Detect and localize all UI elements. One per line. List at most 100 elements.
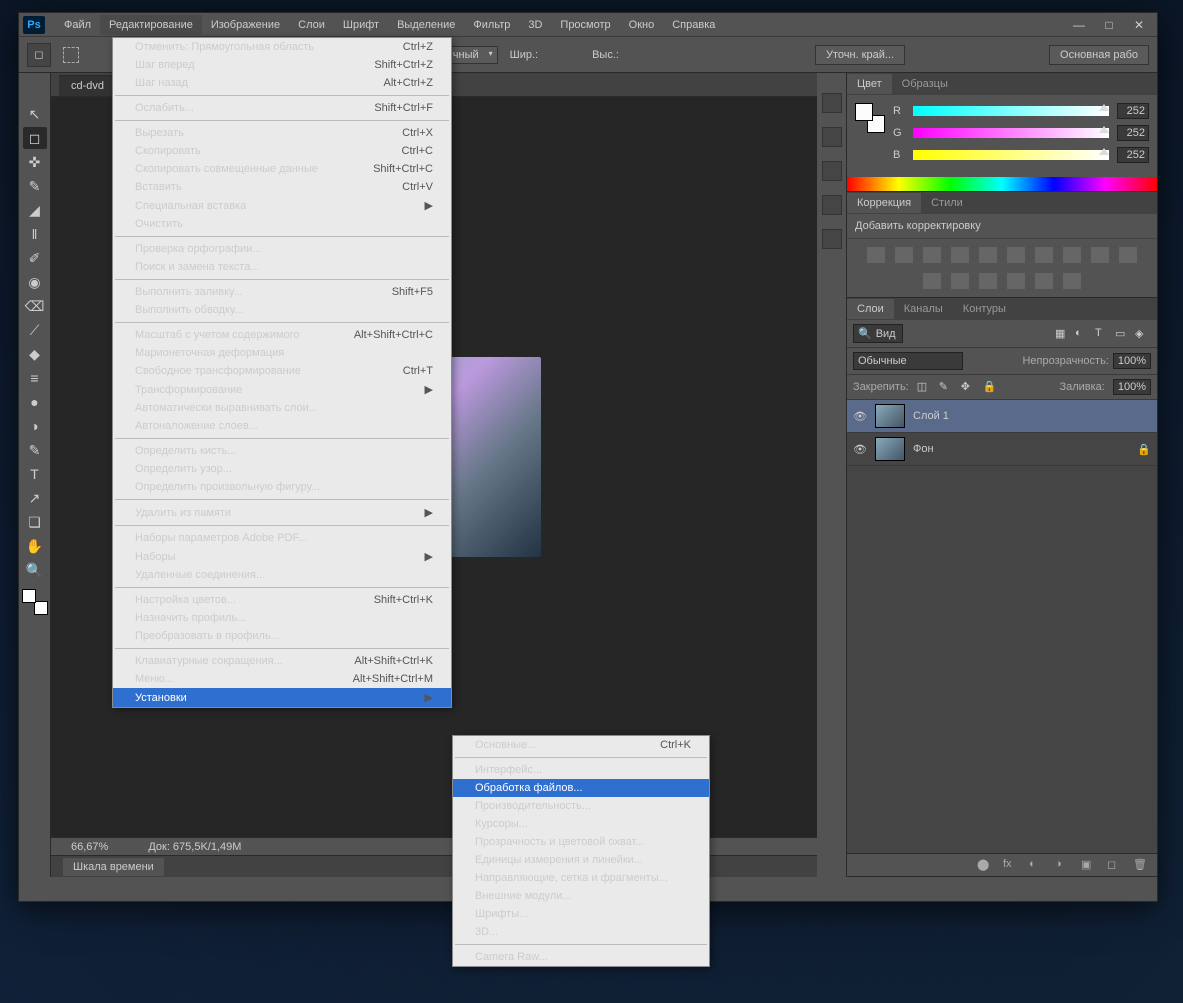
menu-item[interactable]: ВставитьCtrl+V bbox=[113, 178, 451, 196]
lock-pixels-icon[interactable]: ✎ bbox=[939, 380, 953, 394]
invert-icon[interactable] bbox=[951, 273, 969, 289]
filter-type-icon[interactable]: T bbox=[1095, 327, 1111, 341]
marquee-style-icon[interactable] bbox=[63, 47, 79, 63]
menu-item[interactable]: Установки▶ bbox=[113, 688, 451, 707]
menu-item[interactable]: Шаг назадAlt+Ctrl+Z bbox=[113, 74, 451, 92]
visibility-icon[interactable]: 👁 bbox=[853, 410, 867, 422]
paths-tab[interactable]: Контуры bbox=[953, 299, 1016, 319]
brightness-contrast-icon[interactable] bbox=[867, 247, 885, 263]
color-lookup-icon[interactable] bbox=[923, 273, 941, 289]
r-value[interactable]: 252 bbox=[1117, 103, 1149, 119]
menu-item[interactable]: Масштаб с учетом содержимогоAlt+Shift+Ct… bbox=[113, 326, 451, 344]
menu-item[interactable]: Camera Raw... bbox=[453, 948, 709, 966]
menu-просмотр[interactable]: Просмотр bbox=[551, 15, 619, 35]
tool-16[interactable]: ↗ bbox=[23, 487, 47, 509]
layer-style-icon[interactable]: fx bbox=[1003, 858, 1019, 872]
menu-3d[interactable]: 3D bbox=[519, 15, 551, 35]
tool-5[interactable]: ‖ bbox=[23, 223, 47, 245]
swatches-tab[interactable]: Образцы bbox=[892, 74, 958, 94]
menu-item[interactable]: Интерфейс... bbox=[453, 761, 709, 779]
exposure-icon[interactable] bbox=[951, 247, 969, 263]
menu-item[interactable]: Скопировать совмещенные данныеShift+Ctrl… bbox=[113, 160, 451, 178]
photo-filter-icon[interactable] bbox=[1091, 247, 1109, 263]
menu-item[interactable]: Удаленные соединения... bbox=[113, 566, 451, 584]
paragraph-panel-icon[interactable] bbox=[822, 229, 842, 249]
menu-item[interactable]: Производительность... bbox=[453, 797, 709, 815]
menu-item[interactable]: Шаг впередShift+Ctrl+Z bbox=[113, 56, 451, 74]
menu-item[interactable]: Меню...Alt+Shift+Ctrl+M bbox=[113, 670, 451, 688]
lock-all-icon[interactable]: 🔒 bbox=[983, 380, 997, 394]
zoom-level[interactable]: 66,67% bbox=[71, 841, 108, 853]
menu-item[interactable]: Удалить из памяти▶ bbox=[113, 503, 451, 522]
menu-изображение[interactable]: Изображение bbox=[202, 15, 289, 35]
posterize-icon[interactable] bbox=[979, 273, 997, 289]
menu-шрифт[interactable]: Шрифт bbox=[334, 15, 388, 35]
character-panel-icon[interactable] bbox=[822, 195, 842, 215]
group-icon[interactable]: ▣ bbox=[1081, 858, 1097, 872]
menu-item[interactable]: Курсоры... bbox=[453, 815, 709, 833]
menu-item[interactable]: 3D... bbox=[453, 923, 709, 941]
menu-item[interactable]: Назначить профиль... bbox=[113, 609, 451, 627]
filter-adjustment-icon[interactable]: ◐ bbox=[1075, 327, 1091, 341]
g-value[interactable]: 252 bbox=[1117, 125, 1149, 141]
black-white-icon[interactable] bbox=[1063, 247, 1081, 263]
menu-item[interactable]: ВырезатьCtrl+X bbox=[113, 124, 451, 142]
adjustments-tab[interactable]: Коррекция bbox=[847, 193, 921, 213]
menu-item[interactable]: Настройка цветов...Shift+Ctrl+K bbox=[113, 591, 451, 609]
tool-12[interactable]: ● bbox=[23, 391, 47, 413]
new-layer-icon[interactable]: ◻ bbox=[1107, 858, 1123, 872]
tool-17[interactable]: ❏ bbox=[23, 511, 47, 533]
menu-item[interactable]: СкопироватьCtrl+C bbox=[113, 142, 451, 160]
menu-item[interactable]: Очистить bbox=[113, 215, 451, 233]
menu-item[interactable]: Шрифты... bbox=[453, 905, 709, 923]
tool-15[interactable]: T bbox=[23, 463, 47, 485]
levels-icon[interactable] bbox=[895, 247, 913, 263]
tool-2[interactable]: ✜ bbox=[23, 151, 47, 173]
hue-saturation-icon[interactable] bbox=[1007, 247, 1025, 263]
tool-preset-picker[interactable]: ◻ bbox=[27, 43, 51, 67]
b-value[interactable]: 252 bbox=[1117, 147, 1149, 163]
menu-item[interactable]: Клавиатурные сокращения...Alt+Shift+Ctrl… bbox=[113, 652, 451, 670]
b-slider[interactable] bbox=[913, 150, 1109, 160]
menu-item[interactable]: Специальная вставка▶ bbox=[113, 196, 451, 215]
vibrance-icon[interactable] bbox=[979, 247, 997, 263]
color-balance-icon[interactable] bbox=[1035, 247, 1053, 263]
link-layers-icon[interactable]: ⬤ bbox=[977, 858, 993, 872]
curves-icon[interactable] bbox=[923, 247, 941, 263]
tool-6[interactable]: ✐ bbox=[23, 247, 47, 269]
actions-panel-icon[interactable] bbox=[822, 127, 842, 147]
menu-item[interactable]: Основные...Ctrl+K bbox=[453, 736, 709, 754]
opacity-value[interactable]: 100% bbox=[1113, 353, 1151, 369]
tool-3[interactable]: ✎ bbox=[23, 175, 47, 197]
minimize-button[interactable]: — bbox=[1065, 16, 1093, 34]
filter-shape-icon[interactable]: ▭ bbox=[1115, 327, 1131, 341]
menu-item[interactable]: Направляющие, сетка и фрагменты... bbox=[453, 869, 709, 887]
layer-thumbnail[interactable] bbox=[875, 437, 905, 461]
filter-pixel-icon[interactable]: ▦ bbox=[1055, 327, 1071, 341]
menu-item[interactable]: Определить кисть... bbox=[113, 442, 451, 460]
document-tab[interactable]: cd-dvd bbox=[59, 75, 116, 96]
filter-smart-icon[interactable]: ◈ bbox=[1135, 327, 1151, 341]
selective-color-icon[interactable] bbox=[1063, 273, 1081, 289]
styles-tab[interactable]: Стили bbox=[921, 193, 973, 213]
color-tab[interactable]: Цвет bbox=[847, 74, 892, 94]
r-slider[interactable] bbox=[913, 106, 1109, 116]
menu-item[interactable]: Отменить: Прямоугольная областьCtrl+Z bbox=[113, 38, 451, 56]
menu-файл[interactable]: Файл bbox=[55, 15, 100, 35]
tool-10[interactable]: ◆ bbox=[23, 343, 47, 365]
history-panel-icon[interactable] bbox=[822, 93, 842, 113]
visibility-icon[interactable]: 👁 bbox=[853, 443, 867, 455]
foreground-background-swatch[interactable] bbox=[855, 103, 885, 133]
delete-layer-icon[interactable]: 🗑 bbox=[1133, 858, 1149, 872]
tool-4[interactable]: ◢ bbox=[23, 199, 47, 221]
menu-item[interactable]: Внешние модули... bbox=[453, 887, 709, 905]
menu-выделение[interactable]: Выделение bbox=[388, 15, 464, 35]
tool-14[interactable]: ✎ bbox=[23, 439, 47, 461]
fill-value[interactable]: 100% bbox=[1113, 379, 1151, 395]
tool-13[interactable]: ◑ bbox=[23, 415, 47, 437]
maximize-button[interactable]: □ bbox=[1095, 16, 1123, 34]
menu-item[interactable]: Единицы измерения и линейки... bbox=[453, 851, 709, 869]
menu-фильтр[interactable]: Фильтр bbox=[464, 15, 519, 35]
g-slider[interactable] bbox=[913, 128, 1109, 138]
menu-item[interactable]: Выполнить заливку...Shift+F5 bbox=[113, 283, 451, 301]
